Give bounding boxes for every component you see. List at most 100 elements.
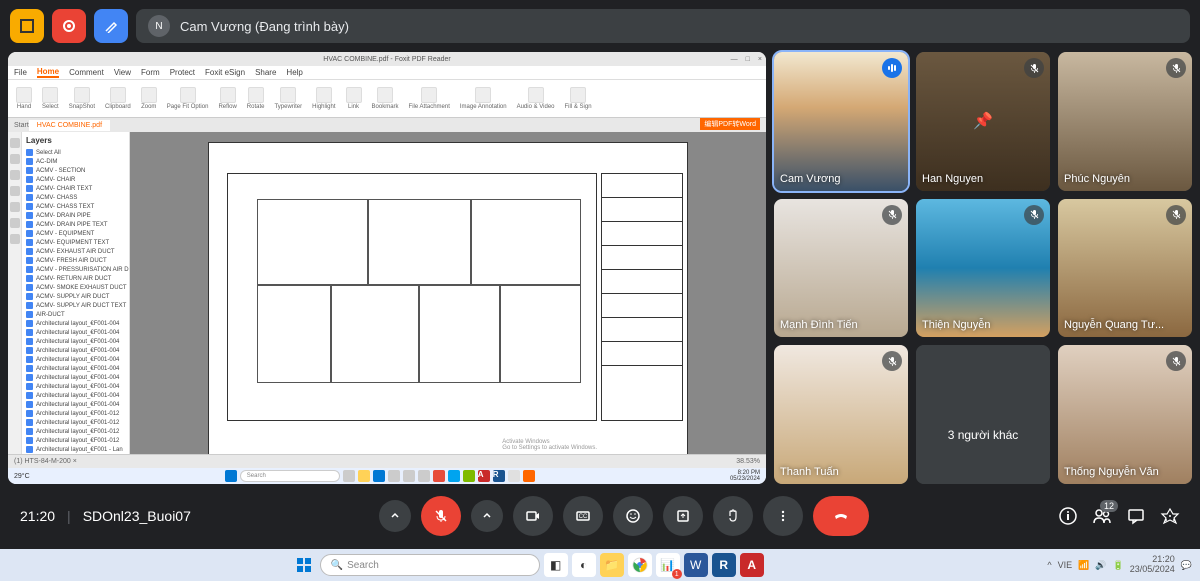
camera-button[interactable] [513,496,553,536]
layer-item[interactable]: Architectural layout_€F001-004 [26,373,125,382]
mic-options-button[interactable] [379,500,411,532]
meeting-details-button[interactable] [1058,506,1078,526]
layer-item[interactable]: Architectural layout_€F001-004 [26,319,125,328]
ribbon-clipboard[interactable]: Clipboard [101,85,135,112]
comments-icon[interactable] [10,202,20,212]
document-tab[interactable]: HVAC COMBINE.pdf [29,120,110,131]
checkbox-icon[interactable] [26,167,33,174]
pdf-menu-form[interactable]: Form [141,68,160,77]
layer-item[interactable]: ACMV- DRAIN PIPE [26,211,125,220]
revit-icon[interactable]: R [493,470,505,482]
edge-icon[interactable] [373,470,385,482]
pdf-canvas[interactable]: Activate WindowsGo to Settings to activa… [130,132,766,454]
checkbox-icon[interactable] [26,410,33,417]
participant-tile[interactable]: Han Nguyen📌 [916,52,1050,191]
checkbox-icon[interactable] [26,158,33,165]
checkbox-icon[interactable] [26,338,33,345]
participant-tile[interactable]: NN3 người khác [916,345,1050,484]
layer-item[interactable]: Architectural layout_€F001-012 [26,409,125,418]
minimize-icon[interactable]: — [731,56,738,63]
chrome-taskbar-icon[interactable] [628,553,652,577]
checkbox-icon[interactable] [26,392,33,399]
ribbon-bookmark[interactable]: Bookmark [368,85,403,112]
chevron-up-icon[interactable]: ^ [1047,560,1051,570]
pdf-menu-comment[interactable]: Comment [69,68,104,77]
checkbox-icon[interactable] [26,383,33,390]
checkbox-icon[interactable] [26,239,33,246]
pdf-menu-file[interactable]: File [14,68,27,77]
ribbon-reflow[interactable]: Reflow [214,85,240,112]
ribbon-audio-video[interactable]: Audio & Video [513,85,559,112]
layer-item[interactable]: ACMV- CHAIR TEXT [26,184,125,193]
close-icon[interactable]: × [758,56,762,63]
present-button[interactable] [663,496,703,536]
checkbox-icon[interactable] [26,356,33,363]
layer-item[interactable]: ACMV- DRAIN PIPE TEXT [26,220,125,229]
security-icon[interactable] [10,234,20,244]
ribbon-link[interactable]: Link [342,85,366,112]
layer-item[interactable]: Architectural layout_€F001-004 [26,400,125,409]
pages-icon[interactable] [10,170,20,180]
convert-pdf-badge[interactable]: 编辑PDF转Word [700,118,760,130]
participant-tile[interactable]: Nguyễn Quang Tư... [1058,199,1192,338]
pdf-menu-share[interactable]: Share [255,68,276,77]
record-button[interactable] [52,9,86,43]
battery-icon[interactable]: 🔋 [1113,560,1124,571]
checkbox-icon[interactable] [26,176,33,183]
ribbon-typewriter[interactable]: Typewriter [270,85,306,112]
notifications-icon[interactable]: 💬 [1181,560,1192,571]
windows-start-icon[interactable] [225,470,237,482]
layer-item[interactable]: Architectural layout_€F001-004 [26,355,125,364]
layers-icon[interactable] [10,154,20,164]
taskbar-clock[interactable]: 21:20 23/05/2024 [1130,555,1175,575]
pdf-menu-home[interactable]: Home [37,67,59,78]
layer-item[interactable]: ACMV- SUPPLY AIR DUCT [26,292,125,301]
checkbox-icon[interactable] [26,437,33,444]
layer-item[interactable]: ACMV- RETURN AIR DUCT [26,274,125,283]
more-options-button[interactable] [763,496,803,536]
app-icon[interactable] [433,470,445,482]
explorer-taskbar-icon[interactable]: 📁 [600,553,624,577]
wifi-icon[interactable]: 📶 [1078,560,1089,571]
pdf-menu-protect[interactable]: Protect [170,68,195,77]
store-icon[interactable] [403,470,415,482]
camera-options-button[interactable] [471,500,503,532]
system-tray[interactable]: ^ VIE 📶 🔊 🔋 21:20 23/05/2024 💬 [1047,555,1192,575]
layer-item[interactable]: Architectural layout_€F001-004 [26,364,125,373]
participant-tile[interactable]: Phúc Nguyên [1058,52,1192,191]
checkbox-icon[interactable] [26,275,33,282]
whiteboard-button[interactable] [94,9,128,43]
layer-item[interactable]: Architectural layout_€F001-004 [26,346,125,355]
app2-icon[interactable] [448,470,460,482]
end-call-button[interactable] [813,496,869,536]
checkbox-icon[interactable] [26,194,33,201]
autocad-icon[interactable]: A [478,470,490,482]
layer-item[interactable]: Architectural layout_€F001-012 [26,436,125,445]
participant-tile[interactable]: Thống Nguyễn Văn [1058,345,1192,484]
layer-item[interactable]: ACMV- EQUIPMENT TEXT [26,238,125,247]
app5-icon[interactable] [523,470,535,482]
pin-icon[interactable]: 📌 [973,111,993,131]
layer-item[interactable]: Architectural layout_€F001-004 [26,337,125,346]
captions-button[interactable]: CC [563,496,603,536]
widgets-icon[interactable]: ◐ [572,553,596,577]
layer-select-all[interactable]: Select All [26,148,125,157]
layer-item[interactable]: Architectural layout_€F001-012 [26,418,125,427]
explorer-icon[interactable] [358,470,370,482]
raise-hand-button[interactable] [713,496,753,536]
participant-tile[interactable]: Cam Vương [774,52,908,191]
ribbon-rotate[interactable]: Rotate [243,85,269,112]
maximize-icon[interactable]: □ [746,56,750,63]
participant-tile[interactable]: Mạnh Đình Tiến [774,199,908,338]
checkbox-icon[interactable] [26,293,33,300]
taskbar-search[interactable]: 🔍 Search [320,554,540,576]
checkbox-icon[interactable] [26,446,33,453]
bookmarks-icon[interactable] [10,138,20,148]
ribbon-hand[interactable]: Hand [12,85,36,112]
checkbox-icon[interactable] [26,185,33,192]
ribbon-select[interactable]: Select [38,85,63,112]
pdf-menu-foxit esign[interactable]: Foxit eSign [205,68,245,77]
jamboard-button[interactable] [10,9,44,43]
checkbox-icon[interactable] [26,311,33,318]
layer-item[interactable]: ACMV- CHASS [26,193,125,202]
